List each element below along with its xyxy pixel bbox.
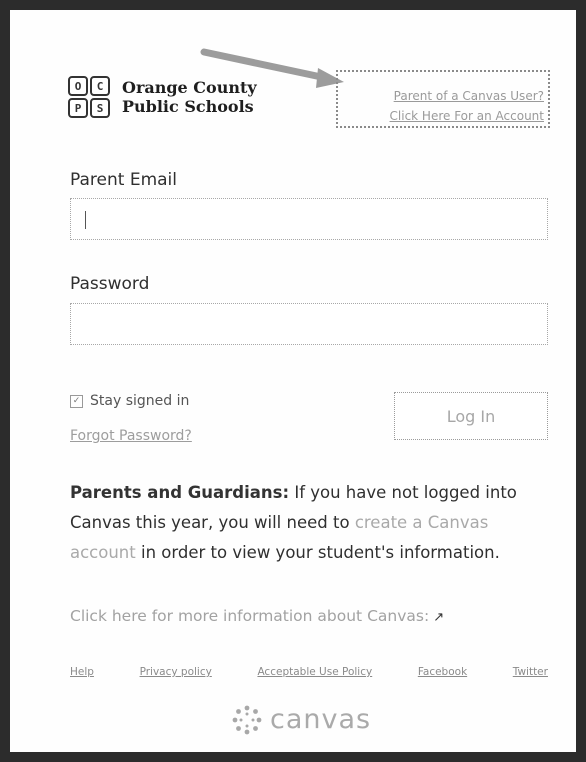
footer-link-facebook[interactable]: Facebook <box>418 666 467 678</box>
checkbox-icon[interactable]: ✓ <box>70 394 83 408</box>
school-logo: O C P S Orange County Public Schools <box>68 76 257 118</box>
footer-links: Help Privacy policy Acceptable Use Polic… <box>70 666 548 678</box>
footer-link-twitter[interactable]: Twitter <box>513 666 548 678</box>
parent-account-link-line1[interactable]: Parent of a Canvas User? <box>338 86 544 106</box>
password-field[interactable] <box>70 303 548 345</box>
parent-account-link-line2[interactable]: Click Here For an Account <box>338 106 544 126</box>
footer-link-privacy[interactable]: Privacy policy <box>140 666 212 678</box>
logo-letter: O <box>68 76 88 96</box>
ocps-logo-icon: O C P S <box>68 76 110 118</box>
external-link-icon: ↗ <box>433 610 445 625</box>
parent-account-box: Parent of a Canvas User? Click Here For … <box>336 70 550 128</box>
school-name-line2: Public Schools <box>122 97 254 116</box>
info-bold-prefix: Parents and Guardians: <box>70 483 290 502</box>
text-cursor <box>85 211 86 229</box>
info-text-part2: in order to view your student's informat… <box>135 543 500 562</box>
canvas-wordmark: canvas <box>270 704 372 735</box>
stay-signed-in[interactable]: ✓ Stay signed in <box>70 393 189 409</box>
logo-letter: S <box>90 98 110 118</box>
email-field[interactable] <box>70 198 548 240</box>
email-label: Parent Email <box>70 170 177 190</box>
footer-link-help[interactable]: Help <box>70 666 94 678</box>
canvas-dots-icon <box>232 705 262 734</box>
logo-letter: P <box>68 98 88 118</box>
login-card: O C P S Orange County Public Schools Par… <box>0 0 586 762</box>
footer-link-acceptable-use[interactable]: Acceptable Use Policy <box>257 666 372 678</box>
more-info-link[interactable]: Click here for more information about Ca… <box>70 607 444 625</box>
forgot-password-link[interactable]: Forgot Password? <box>70 428 192 444</box>
parents-info-text: Parents and Guardians: If you have not l… <box>70 478 548 568</box>
more-info-text: Click here for more information about Ca… <box>70 607 430 625</box>
canvas-logo: canvas <box>232 704 371 735</box>
login-button[interactable]: Log In <box>394 392 548 440</box>
password-label: Password <box>70 274 150 294</box>
school-name-line1: Orange County <box>122 78 257 97</box>
stay-signed-in-label: Stay signed in <box>90 393 190 409</box>
school-name: Orange County Public Schools <box>122 78 257 116</box>
logo-letter: C <box>90 76 110 96</box>
